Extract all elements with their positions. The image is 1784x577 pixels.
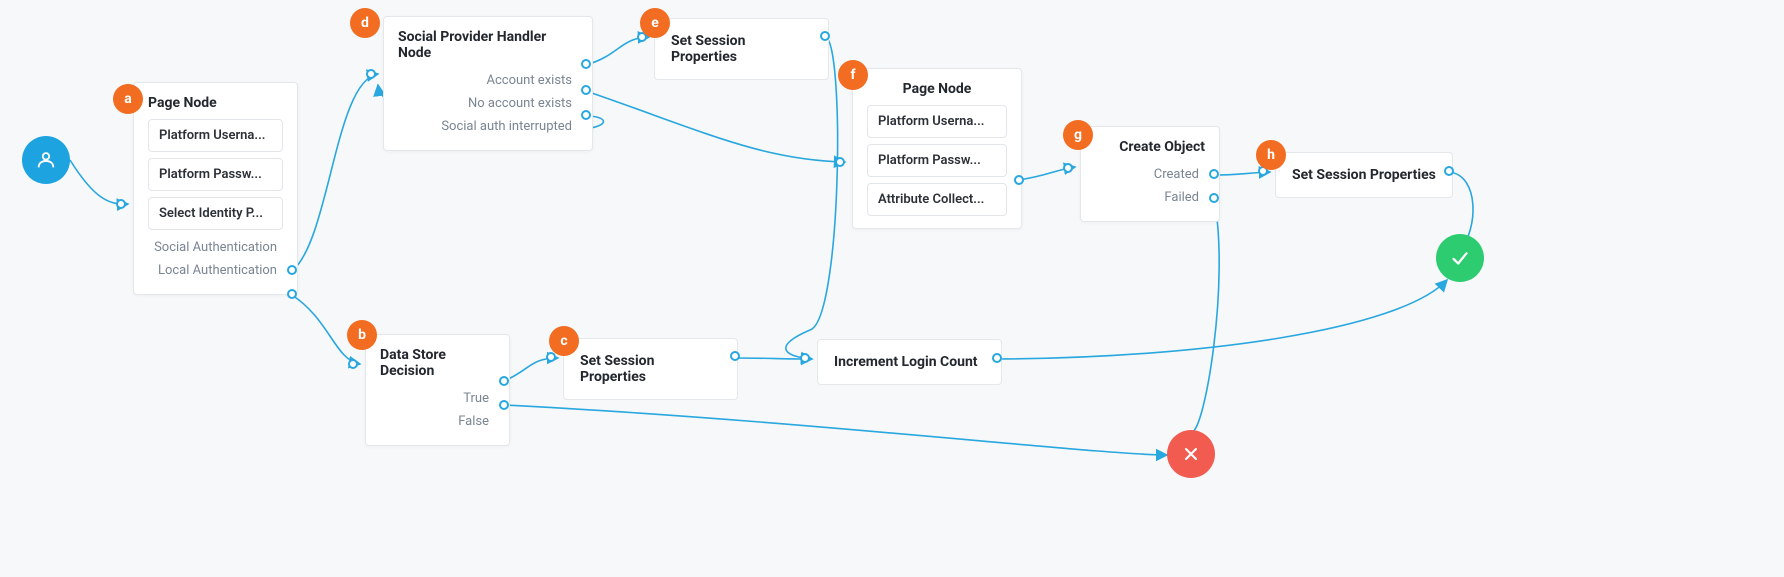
port-a-out-1[interactable]	[287, 289, 297, 299]
node-b-outcome-0: True	[380, 387, 495, 410]
node-e-title: Set Session Properties	[671, 33, 745, 65]
badge-a-label: a	[124, 91, 132, 107]
badge-e: e	[640, 8, 670, 38]
node-g-outcome-1: Failed	[1095, 186, 1205, 209]
end-fail-node[interactable]	[1167, 430, 1215, 478]
badge-d: d	[350, 8, 380, 38]
port-d-out-2[interactable]	[581, 110, 591, 120]
port-a-out-0[interactable]	[287, 265, 297, 275]
port-in-a[interactable]	[116, 199, 126, 209]
node-data-store-decision[interactable]: Data Store Decision True False	[365, 334, 510, 446]
port-in-c[interactable]	[546, 352, 556, 362]
badge-f: f	[838, 60, 868, 90]
node-set-session-c[interactable]: Set Session Properties	[563, 338, 738, 400]
node-set-session-e[interactable]: Set Session Properties	[654, 18, 829, 80]
node-page-node-f[interactable]: Page Node Platform Userna... Platform Pa…	[852, 68, 1022, 229]
node-d-title: Social Provider Handler Node	[398, 29, 578, 61]
node-set-session-h[interactable]: Set Session Properties	[1275, 152, 1453, 198]
port-b-out-0[interactable]	[499, 376, 509, 386]
port-g-out-1[interactable]	[1209, 193, 1219, 203]
node-a-item-0[interactable]: Platform Userna...	[148, 119, 283, 152]
node-a-item-1[interactable]: Platform Passw...	[148, 158, 283, 191]
node-f-item-0[interactable]: Platform Userna...	[867, 105, 1007, 138]
port-e-out[interactable]	[820, 31, 830, 41]
node-h-title: Set Session Properties	[1292, 167, 1436, 183]
badge-b-label: b	[358, 327, 366, 343]
badge-h: h	[1256, 140, 1286, 170]
close-icon	[1181, 444, 1201, 464]
check-icon	[1449, 247, 1471, 269]
user-icon	[35, 149, 57, 171]
port-f-out[interactable]	[1014, 175, 1024, 185]
node-social-provider[interactable]: Social Provider Handler Node Account exi…	[383, 16, 593, 151]
badge-g-label: g	[1074, 127, 1082, 143]
port-increment-out[interactable]	[992, 353, 1002, 363]
badge-a: a	[113, 84, 143, 114]
node-g-title: Create Object	[1095, 139, 1205, 155]
node-c-title: Set Session Properties	[580, 353, 654, 385]
port-in-d[interactable]	[366, 69, 376, 79]
node-g-outcome-0: Created	[1095, 163, 1205, 186]
start-node[interactable]	[22, 136, 70, 184]
node-f-title: Page Node	[867, 81, 1007, 97]
port-in-b[interactable]	[348, 359, 358, 369]
node-a-outcome-0: Social Authentication	[148, 236, 283, 259]
port-c-out[interactable]	[730, 351, 740, 361]
port-d-out-1[interactable]	[581, 85, 591, 95]
node-d-outcome-1: No account exists	[398, 92, 578, 115]
node-page-node-a[interactable]: Page Node Platform Userna... Platform Pa…	[133, 82, 298, 295]
port-g-out-0[interactable]	[1209, 169, 1219, 179]
node-f-item-2[interactable]: Attribute Collect...	[867, 183, 1007, 216]
node-increment-title: Increment Login Count	[834, 354, 978, 370]
port-in-g[interactable]	[1063, 163, 1073, 173]
badge-g: g	[1063, 120, 1093, 150]
port-h-out[interactable]	[1444, 166, 1454, 176]
node-d-outcome-2: Social auth interrupted	[398, 115, 578, 138]
port-d-out-0[interactable]	[581, 59, 591, 69]
badge-b: b	[347, 320, 377, 350]
badge-e-label: e	[651, 15, 659, 31]
badge-h-label: h	[1267, 147, 1275, 163]
node-b-outcome-1: False	[380, 410, 495, 433]
badge-c-label: c	[560, 333, 567, 349]
port-in-increment[interactable]	[800, 353, 810, 363]
node-increment-login-count[interactable]: Increment Login Count	[817, 339, 1002, 385]
badge-f-label: f	[850, 67, 855, 83]
end-success-node[interactable]	[1436, 234, 1484, 282]
port-b-out-1[interactable]	[499, 400, 509, 410]
node-a-title: Page Node	[148, 95, 283, 111]
node-d-outcome-0: Account exists	[398, 69, 578, 92]
node-a-outcome-1: Local Authentication	[148, 259, 283, 282]
node-create-object[interactable]: Create Object Created Failed	[1080, 126, 1220, 222]
badge-c: c	[549, 326, 579, 356]
port-in-f[interactable]	[835, 157, 845, 167]
badge-d-label: d	[361, 15, 369, 31]
node-f-item-1[interactable]: Platform Passw...	[867, 144, 1007, 177]
node-a-item-2[interactable]: Select Identity P...	[148, 197, 283, 230]
node-b-title: Data Store Decision	[380, 347, 495, 379]
